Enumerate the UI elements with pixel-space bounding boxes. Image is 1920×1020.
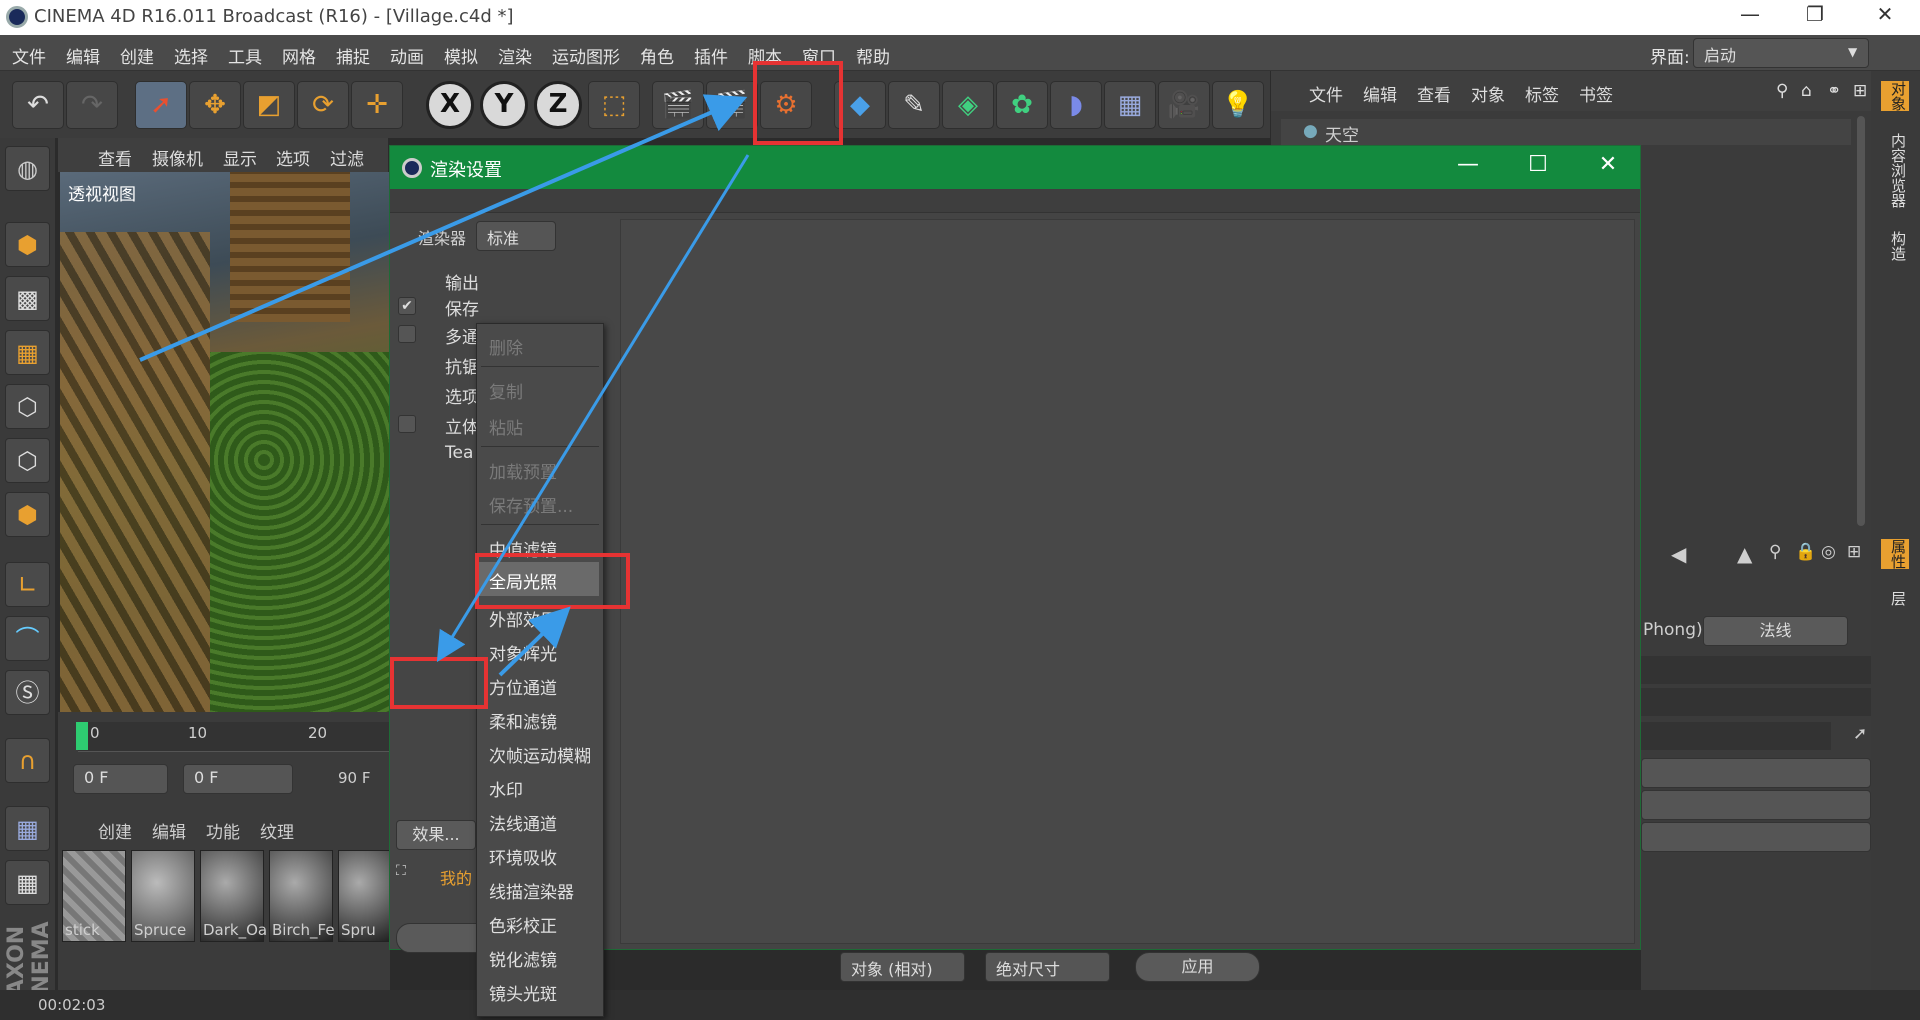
- arrow-to-effects-button: [436, 154, 750, 663]
- arrow-to-render-settings: [139, 94, 748, 362]
- arrow-to-global-illumination: [498, 606, 571, 677]
- tutorial-arrows: [139, 94, 750, 677]
